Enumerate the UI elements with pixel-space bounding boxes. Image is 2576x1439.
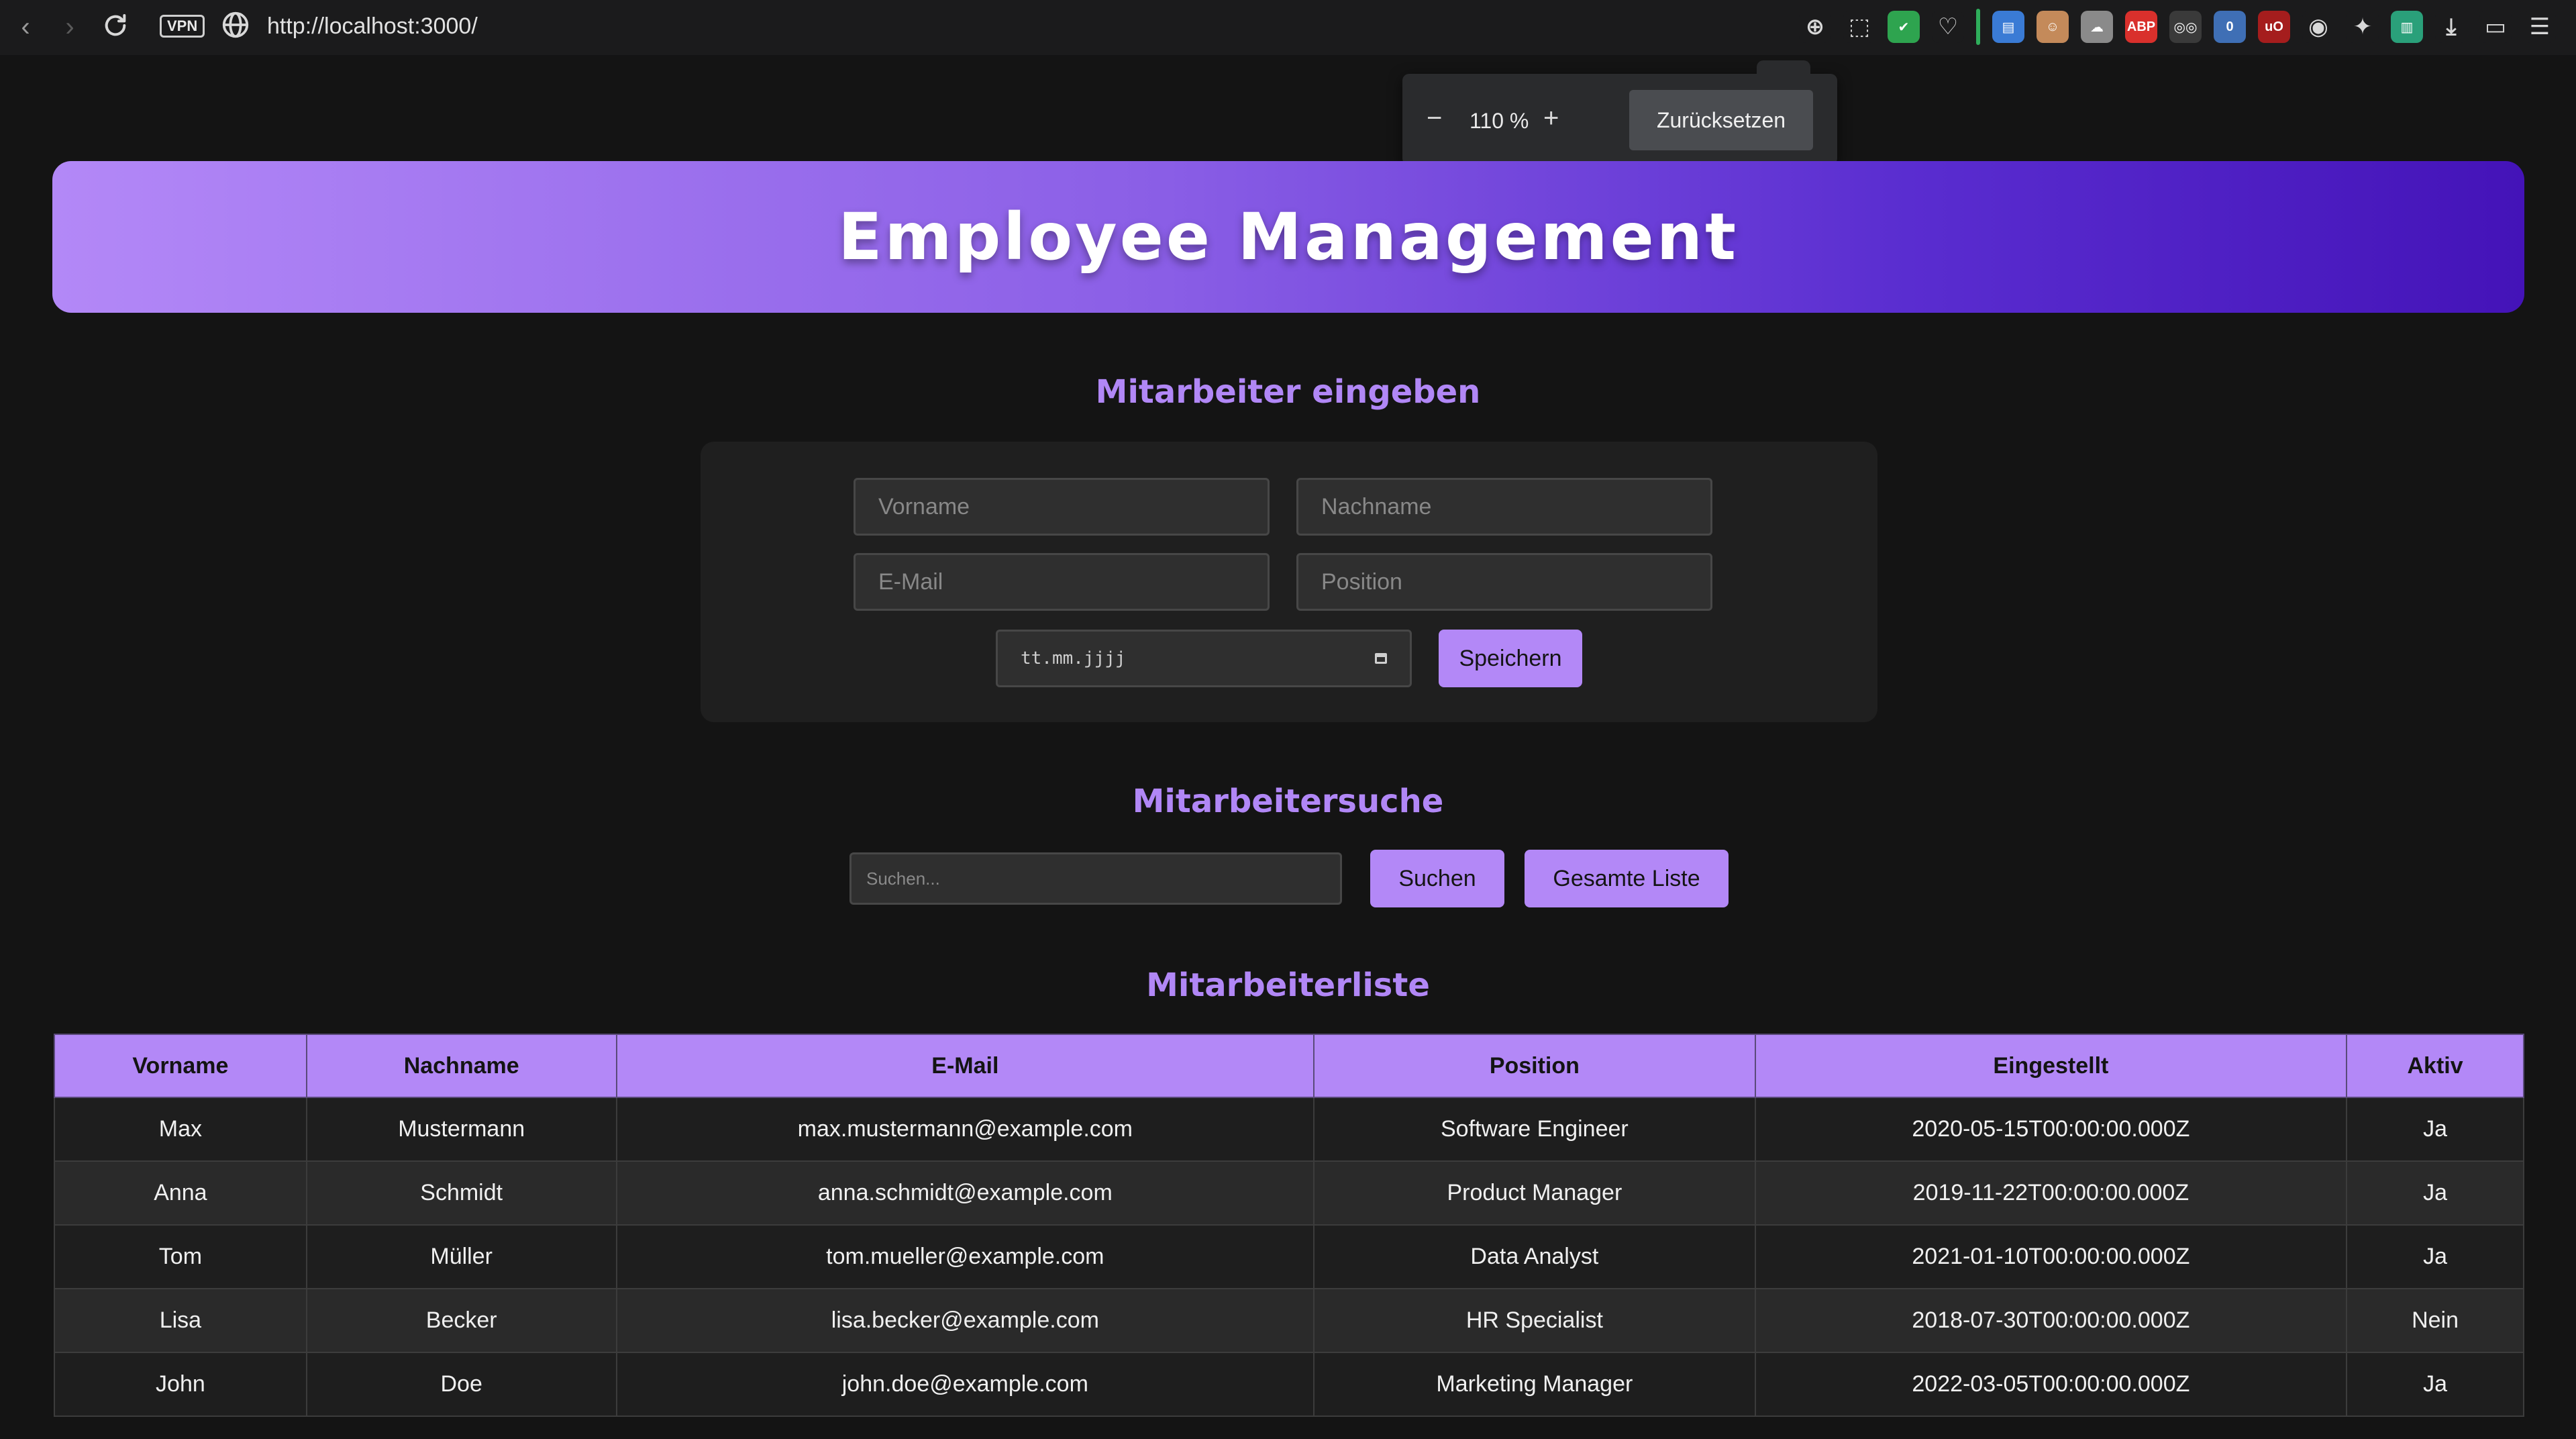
lastname-input[interactable]: Nachname: [1296, 478, 1712, 536]
cell-firstname: Anna: [54, 1160, 307, 1226]
glasses-extension-icon[interactable]: ◎◎: [2169, 11, 2202, 43]
stripe-extension-icon[interactable]: ▥: [2391, 11, 2423, 43]
table-row: Lisa Becker lisa.becker@example.com HR S…: [54, 1288, 2524, 1353]
ublock-icon[interactable]: uO: [2258, 11, 2290, 43]
address-bar[interactable]: http://localhost:3000/: [267, 11, 478, 42]
cell-firstname: Lisa: [54, 1288, 307, 1353]
employee-form: Vorname Nachname E-Mail Position tt.mm.j…: [701, 442, 1877, 722]
zoom-reset-button[interactable]: Zurücksetzen: [1629, 90, 1813, 150]
header-active: Aktiv: [2346, 1034, 2524, 1098]
header-position: Position: [1313, 1034, 1756, 1098]
download-icon[interactable]: ⤓: [2435, 11, 2467, 43]
eye-extension-icon[interactable]: ◉: [2302, 11, 2334, 43]
calendar-icon[interactable]: [1375, 653, 1387, 664]
cell-firstname: Tom: [54, 1224, 307, 1289]
cell-lastname: Mustermann: [305, 1097, 617, 1162]
full-list-button[interactable]: Gesamte Liste: [1525, 850, 1729, 907]
shield-extension-icon[interactable]: ✔: [1888, 11, 1920, 43]
list-title: Mitarbeiterliste: [1146, 966, 1430, 1004]
header-email: E-Mail: [615, 1034, 1315, 1098]
page-title: Employee Management: [837, 199, 1739, 275]
firstname-input[interactable]: Vorname: [854, 478, 1270, 536]
extension-toolbar: ⊕ ⬚ ✔ ♡ ▤ ☺ ☁ ABP ◎◎ 0 uO ◉ ✦ ▥ ⤓ ▭ ☰: [1799, 8, 2556, 46]
cell-hired: 2021-01-10T00:00:00.000Z: [1754, 1224, 2348, 1289]
cell-hired: 2019-11-22T00:00:00.000Z: [1754, 1160, 2348, 1226]
cell-email: anna.schmidt@example.com: [615, 1160, 1315, 1226]
email-input[interactable]: E-Mail: [854, 553, 1270, 611]
face-extension-icon[interactable]: ☺: [2037, 11, 2069, 43]
cell-position: Data Analyst: [1313, 1224, 1756, 1289]
cell-active: Ja: [2346, 1224, 2524, 1289]
search-input[interactable]: Suchen...: [849, 852, 1342, 905]
cell-active: Ja: [2346, 1097, 2524, 1162]
zoom-level: 110 %: [1470, 109, 1529, 133]
table-row: Anna Schmidt anna.schmidt@example.com Pr…: [54, 1160, 2524, 1226]
zoom-icon[interactable]: ⊕: [1799, 11, 1831, 43]
table-row: Max Mustermann max.mustermann@example.co…: [54, 1097, 2524, 1162]
cloud-extension-icon[interactable]: ☁: [2081, 11, 2113, 43]
cell-position: Software Engineer: [1313, 1097, 1756, 1162]
save-button[interactable]: Speichern: [1439, 630, 1582, 687]
cell-position: Product Manager: [1313, 1160, 1756, 1226]
back-icon[interactable]: ‹: [9, 11, 42, 43]
heart-icon[interactable]: ♡: [1932, 11, 1964, 43]
cell-active: Nein: [2346, 1288, 2524, 1353]
cell-firstname: John: [54, 1352, 307, 1417]
vpn-badge[interactable]: VPN: [160, 15, 205, 38]
header-lastname: Nachname: [305, 1034, 617, 1098]
cell-lastname: Müller: [305, 1224, 617, 1289]
browser-toolbar: ‹ › VPN http://localhost:3000/ ⊕ ⬚ ✔ ♡ ▤ ☺ ☁ AB…: [0, 0, 2576, 55]
cell-active: Ja: [2346, 1160, 2524, 1226]
hire-date-input[interactable]: tt.mm.jjjj: [996, 630, 1412, 687]
table-header-row: Vorname Nachname E-Mail Position Eingest…: [54, 1034, 2524, 1098]
puzzle-icon[interactable]: ✦: [2347, 11, 2379, 43]
cell-active: Ja: [2346, 1352, 2524, 1417]
page-header: Employee Management: [52, 161, 2524, 313]
date-placeholder: tt.mm.jjjj: [1021, 648, 1126, 668]
header-firstname: Vorname: [54, 1034, 307, 1098]
zoom-popup: − 110 % + Zurücksetzen: [1402, 60, 1837, 165]
cell-hired: 2020-05-15T00:00:00.000Z: [1754, 1097, 2348, 1162]
forward-icon[interactable]: ›: [54, 11, 86, 43]
cell-hired: 2022-03-05T00:00:00.000Z: [1754, 1352, 2348, 1417]
toolbar-separator: [1976, 9, 1980, 45]
table-row: John Doe john.doe@example.com Marketing …: [54, 1352, 2524, 1417]
menu-icon[interactable]: ☰: [2524, 11, 2556, 43]
cell-position: Marketing Manager: [1313, 1352, 1756, 1417]
cell-hired: 2018-07-30T00:00:00.000Z: [1754, 1288, 2348, 1353]
cell-email: lisa.becker@example.com: [615, 1288, 1315, 1353]
battery-icon[interactable]: ▭: [2479, 11, 2512, 43]
search-button[interactable]: Suchen: [1370, 850, 1504, 907]
zoom-out-button[interactable]: −: [1427, 101, 1442, 136]
cell-firstname: Max: [54, 1097, 307, 1162]
cell-email: john.doe@example.com: [615, 1352, 1315, 1417]
save-extension-icon[interactable]: ▤: [1992, 11, 2024, 43]
table-row: Tom Müller tom.mueller@example.com Data …: [54, 1224, 2524, 1289]
counter-extension-icon[interactable]: 0: [2214, 11, 2246, 43]
search-title: Mitarbeitersuche: [1132, 783, 1444, 820]
cell-lastname: Schmidt: [305, 1160, 617, 1226]
cell-lastname: Doe: [305, 1352, 617, 1417]
cell-email: max.mustermann@example.com: [615, 1097, 1315, 1162]
screenshot-icon[interactable]: ⬚: [1843, 11, 1875, 43]
zoom-in-button[interactable]: +: [1543, 101, 1559, 136]
form-title: Mitarbeiter eingeben: [1095, 373, 1481, 411]
position-input[interactable]: Position: [1296, 553, 1712, 611]
header-hired: Eingestellt: [1754, 1034, 2348, 1098]
cell-position: HR Specialist: [1313, 1288, 1756, 1353]
cell-email: tom.mueller@example.com: [615, 1224, 1315, 1289]
cell-lastname: Becker: [305, 1288, 617, 1353]
globe-icon[interactable]: [220, 9, 251, 40]
adblock-icon[interactable]: ABP: [2125, 11, 2157, 43]
reload-icon[interactable]: [99, 9, 132, 42]
employee-table: Vorname Nachname E-Mail Position Eingest…: [54, 1034, 2524, 1417]
